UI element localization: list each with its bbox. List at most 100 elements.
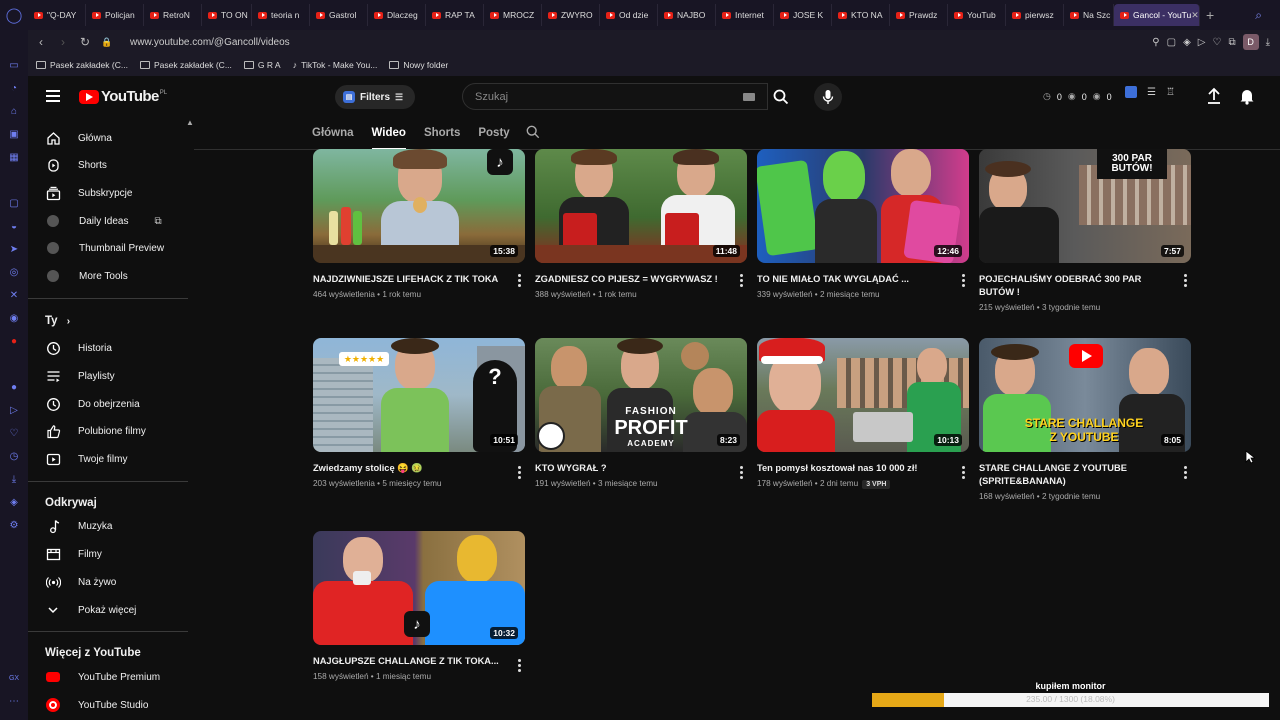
browser-tab[interactable]: Prawdz	[890, 4, 948, 26]
video-title[interactable]: TO NIE MIAŁO TAK WYGLĄDAĆ ...	[757, 273, 953, 286]
browser-tab-active[interactable]: Gancol - YouTu ✕	[1114, 4, 1200, 26]
tab-search-icon[interactable]: ⌕	[1255, 8, 1262, 23]
sidebar-item-thumbnail-preview[interactable]: Thumbnail Preview	[45, 236, 164, 260]
sidebar-item-subscriptions[interactable]: Subskrypcje	[45, 181, 132, 205]
more-options-icon[interactable]	[740, 274, 744, 287]
history-icon[interactable]: ◔	[0, 77, 28, 100]
sidebar-item-live[interactable]: Na żywo	[45, 570, 116, 594]
video-card[interactable]: FASHION PROFIT ACADEMY 8:23 KTO WYGRAŁ ?…	[535, 338, 747, 488]
browser-tab[interactable]: RetroN	[144, 4, 202, 26]
video-title[interactable]: KTO WYGRAŁ ?	[535, 462, 731, 475]
more-options-icon[interactable]	[1184, 466, 1188, 479]
pin-icon[interactable]: ⚲	[1152, 37, 1159, 48]
clock-icon[interactable]: ◷	[0, 445, 28, 468]
sidebar-item-history[interactable]: Historia	[45, 336, 112, 360]
youtube-logo[interactable]: YouTube PL	[79, 88, 167, 105]
opera-logo-icon[interactable]: ◯	[0, 0, 28, 30]
extensions-icon[interactable]: ⧉	[1228, 37, 1235, 48]
sidebar-item-show-more[interactable]: Pokaż więcej	[45, 598, 136, 622]
sidebar-item-films[interactable]: Filmy	[45, 542, 102, 566]
more-icon[interactable]: ⋯	[0, 690, 28, 713]
profile-avatar[interactable]: D	[1242, 34, 1259, 50]
gx-icon[interactable]: GX	[0, 667, 28, 690]
video-thumbnail[interactable]: 10:13	[757, 338, 969, 452]
more-options-icon[interactable]	[740, 466, 744, 479]
messenger-icon[interactable]: ▭	[0, 54, 28, 77]
twitch-icon[interactable]: ▢	[0, 192, 28, 215]
tab-home[interactable]: Główna	[312, 127, 354, 139]
browser-tab[interactable]: KTO NA	[832, 4, 890, 26]
sidebar-item-home[interactable]: Główna	[45, 126, 112, 150]
telegram-icon[interactable]: ➤	[0, 238, 28, 261]
x-icon[interactable]: ✕	[0, 284, 28, 307]
video-card[interactable]: STARE CHALLANGE Z YOUTUBE 8:05 STARE CHA…	[979, 338, 1191, 501]
browser-tab[interactable]: Gastrol	[310, 4, 368, 26]
browser-tab[interactable]: Dlaczeg	[368, 4, 426, 26]
shield-icon[interactable]: ◈	[1183, 37, 1191, 48]
video-title[interactable]: Zwiedzamy stolicę 😝 🤢	[313, 462, 509, 475]
sidebar-item-music[interactable]: Muzyka	[45, 514, 112, 538]
sidebar-item-watch-later[interactable]: Do obejrzenia	[45, 392, 140, 416]
browser-tab[interactable]: Internet	[716, 4, 774, 26]
more-options-icon[interactable]	[1184, 274, 1188, 287]
tab-videos[interactable]: Wideo	[371, 127, 407, 150]
video-thumbnail[interactable]: ♪ 10:32	[313, 531, 525, 645]
video-card[interactable]: ♪ 10:32 NAJGŁUPSZE CHALLANGE Z TIK TOKA.…	[313, 531, 525, 681]
video-thumbnail[interactable]: ? ★★★★★ 10:51	[313, 338, 525, 452]
flow-icon[interactable]: ⌂	[0, 100, 28, 123]
settings-icon[interactable]: ⚙	[0, 514, 28, 537]
keyboard-icon[interactable]	[743, 92, 755, 101]
video-thumbnail[interactable]: ♪ 15:38	[313, 149, 525, 263]
menu-icon[interactable]	[46, 90, 60, 102]
browser-tab[interactable]: JOSE K	[774, 4, 832, 26]
video-card[interactable]: 12:46 TO NIE MIAŁO TAK WYGLĄDAĆ ... 339 …	[757, 149, 969, 299]
reload-icon[interactable]: ↻	[76, 35, 94, 49]
search-input[interactable]: Szukaj	[462, 83, 768, 110]
more-options-icon[interactable]	[962, 274, 966, 287]
search-button[interactable]	[768, 83, 793, 110]
video-card[interactable]: 10:13 Ten pomysł kosztował nas 10 000 zł…	[757, 338, 969, 489]
close-tab-icon[interactable]: ✕	[1191, 10, 1199, 21]
extension-icon[interactable]: ◈	[0, 491, 28, 514]
video-title[interactable]: ZGADNIESZ CO PIJESZ = WYGRYWASZ !	[535, 273, 731, 286]
video-title[interactable]: STARE CHALLANGE Z YOUTUBE (SPRITE&BANANA…	[979, 462, 1175, 488]
video-thumbnail[interactable]: 300 PAR BUTÓW! 7:57	[979, 149, 1191, 263]
player-icon[interactable]: ▷	[1198, 37, 1206, 48]
send-icon[interactable]: ▷	[0, 399, 28, 422]
sidebar-item-youtube-studio[interactable]: YouTube Studio	[45, 693, 148, 717]
sidebar-item-youtube-premium[interactable]: YouTube Premium	[45, 665, 160, 689]
browser-tab[interactable]: TO ON	[202, 4, 252, 26]
video-title[interactable]: POJECHALIŚMY ODEBRAĆ 300 PAR BUTÓW !	[979, 273, 1175, 299]
download-icon[interactable]: ⤓	[0, 468, 28, 491]
browser-tab[interactable]: RAP TA	[426, 4, 484, 26]
more-options-icon[interactable]	[962, 466, 966, 479]
more-options-icon[interactable]	[518, 659, 522, 672]
bookmark-folder[interactable]: Nowy folder	[389, 60, 448, 70]
video-title[interactable]: NAJGŁUPSZE CHALLANGE Z TIK TOKA...	[313, 655, 509, 668]
heart-icon[interactable]: ♡	[1212, 37, 1221, 48]
url-field[interactable]: www.youtube.com/@Gancoll/videos	[130, 37, 290, 48]
browser-tab[interactable]: YouTub	[948, 4, 1006, 26]
browser-tab[interactable]: MROCZ	[484, 4, 542, 26]
bookmark-folder[interactable]: G R A	[243, 60, 281, 70]
upload-button[interactable]	[1206, 87, 1222, 110]
bookmark-folder[interactable]: Pasek zakładek (C...	[139, 60, 232, 70]
sidebar-item-your-videos[interactable]: Twoje filmy	[45, 447, 127, 471]
video-card[interactable]: ♪ 15:38 NAJDZIWNIEJSZE LIFEHACK Z TIK TO…	[313, 149, 525, 299]
discord-icon[interactable]: ◉	[0, 307, 28, 330]
bookmark-folder[interactable]: Pasek zakładek (C...	[36, 60, 128, 70]
instagram-icon[interactable]: ◎	[0, 261, 28, 284]
video-title[interactable]: NAJDZIWNIEJSZE LIFEHACK Z TIK TOKA	[313, 273, 509, 286]
video-card[interactable]: ? ★★★★★ 10:51 Zwiedzamy stolicę 😝 🤢 203 …	[313, 338, 525, 488]
browser-tab[interactable]: Od dzie	[600, 4, 658, 26]
notifications-button[interactable]	[1239, 87, 1255, 110]
browser-tab[interactable]: Na Szc	[1064, 4, 1114, 26]
browser-tab[interactable]: Policjan	[86, 4, 144, 26]
video-thumbnail[interactable]: FASHION PROFIT ACADEMY 8:23	[535, 338, 747, 452]
voice-search-button[interactable]	[814, 83, 842, 111]
sidebar-item-shorts[interactable]: Shorts	[45, 153, 107, 177]
browser-tab[interactable]: pierwsz	[1006, 4, 1064, 26]
browser-tab[interactable]: teoria n	[252, 4, 310, 26]
heart-icon[interactable]: ♡	[0, 422, 28, 445]
browser-tab[interactable]: "Q-DAY	[28, 4, 86, 26]
